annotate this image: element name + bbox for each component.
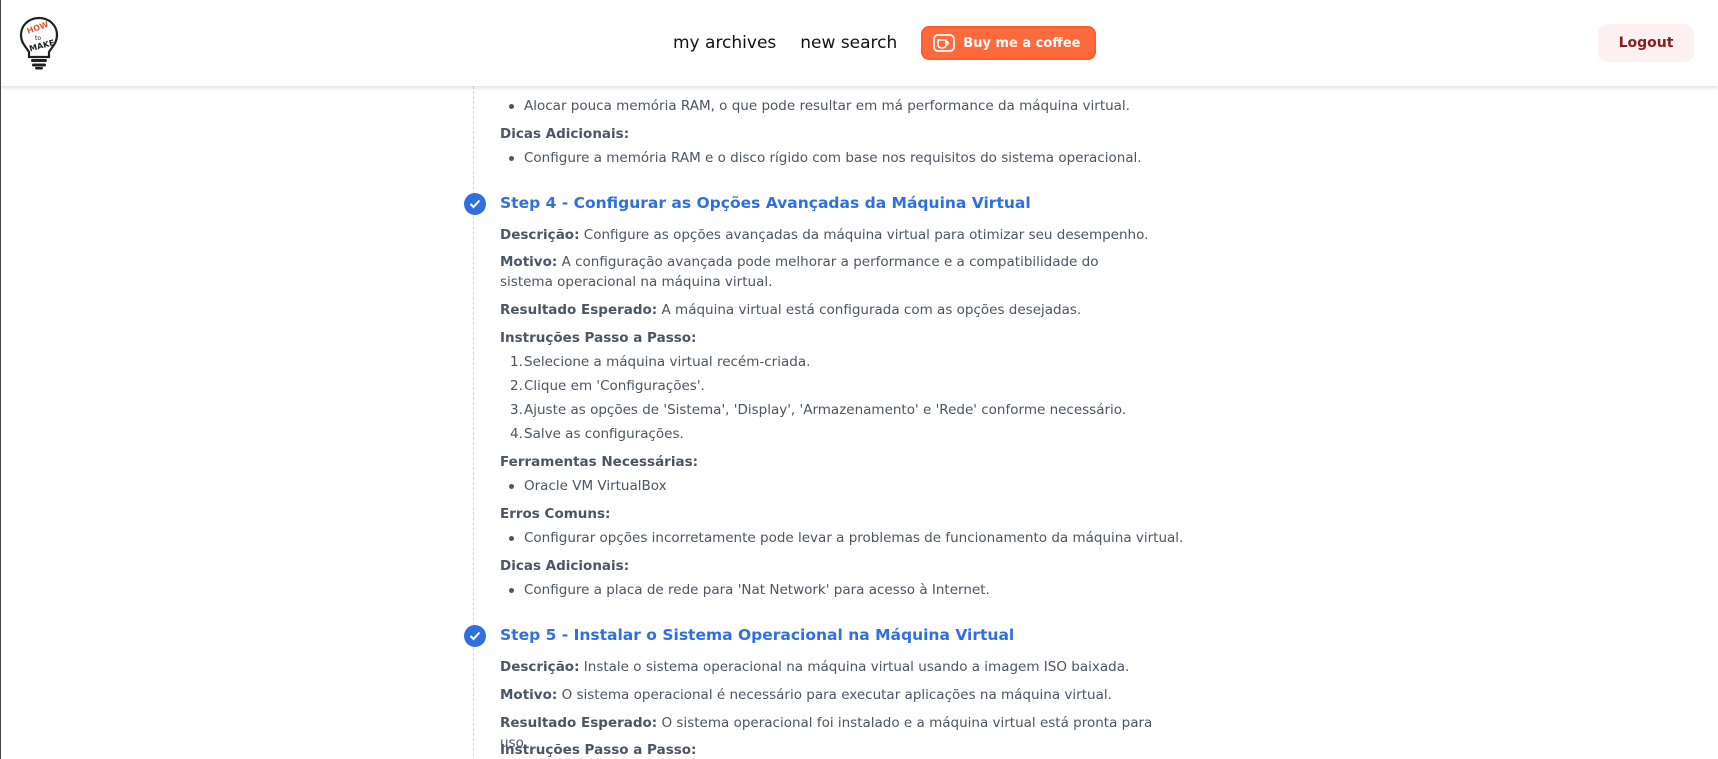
- nav-my-archives-link[interactable]: my archives: [673, 33, 776, 53]
- timeline-line: [473, 86, 474, 759]
- step4-tips-title: Dicas Adicionais:: [500, 558, 630, 574]
- step4-instruction-3-number: 3.: [510, 402, 523, 418]
- step3-tips-item: Configure a memória RAM e o disco rígido…: [509, 150, 1142, 166]
- how-to-make-logo-icon[interactable]: HOW to MAKE: [19, 16, 59, 70]
- step3-error-item: Alocar pouca memória RAM, o que pode res…: [509, 98, 1130, 114]
- step5-motive: Motivo: O sistema operacional é necessár…: [500, 685, 1160, 705]
- app-frame: HOW to MAKE my archives new search Buy m…: [0, 0, 1718, 759]
- step4-error-item: Configurar opções incorretamente pode le…: [508, 530, 1184, 546]
- step4-instruction-1: 1. Selecione a máquina virtual recém-cria…: [510, 352, 811, 372]
- step4-instruction-4-number: 4.: [510, 426, 523, 442]
- step4-instruction-2-number: 2.: [510, 378, 523, 394]
- step4-motive-label: Motivo:: [500, 254, 558, 270]
- step5-motive-label: Motivo:: [500, 687, 558, 703]
- step4-tip-item: Configure a placa de rede para 'Nat Netw…: [509, 582, 990, 598]
- step4-instruction-1-text: Selecione a máquina virtual recém-criada…: [524, 354, 811, 370]
- step5-description-label: Descrição:: [500, 659, 580, 675]
- step5-description-text: Instale o sistema operacional na máquina…: [583, 659, 1130, 675]
- logout-button[interactable]: Logout: [1598, 24, 1694, 62]
- step4-title: Step 4 - Configurar as Opções Avançadas …: [500, 194, 1031, 212]
- step4-instruction-1-number: 1.: [510, 354, 523, 370]
- step4-instruction-3: 3. Ajuste as opções de 'Sistema', 'Displa…: [510, 400, 1127, 420]
- coffee-cup-icon: [933, 34, 956, 52]
- step4-instruction-4: 4. Salve as configurações.: [510, 424, 684, 444]
- step4-motive-text: A configuração avançada pode melhorar a …: [500, 254, 1099, 290]
- step4-result-label: Resultado Esperado:: [500, 302, 658, 318]
- step3-tips-title: Dicas Adicionais:: [500, 126, 630, 142]
- step5-result-label: Resultado Esperado:: [500, 715, 658, 731]
- step4-tools-title: Ferramentas Necessárias:: [500, 454, 699, 470]
- step4-instruction-2-text: Clique em 'Configurações'.: [524, 378, 705, 394]
- step4-motive: Motivo: A configuração avançada pode mel…: [500, 252, 1140, 292]
- step4-result: Resultado Esperado: A máquina virtual es…: [500, 300, 1160, 320]
- step4-instruction-4-text: Salve as configurações.: [524, 426, 684, 442]
- main-nav: my archives new search Buy me a coffee: [673, 25, 1097, 61]
- step5-title: Step 5 - Instalar o Sistema Operacional …: [500, 626, 1015, 644]
- coffee-button-label: Buy me a coffee: [963, 35, 1081, 51]
- step5-motive-text: O sistema operacional é necessário para …: [561, 687, 1112, 703]
- step4-tool-item: Oracle VM VirtualBox: [509, 478, 667, 494]
- step5-check-icon: [464, 625, 486, 647]
- step4-description: Descrição: Configure as opções avançadas…: [500, 225, 1160, 245]
- buy-me-a-coffee-button[interactable]: Buy me a coffee: [921, 26, 1097, 60]
- step4-description-text: Configure as opções avançadas da máquina…: [583, 227, 1149, 243]
- step4-instruction-3-text: Ajuste as opções de 'Sistema', 'Display'…: [524, 402, 1127, 418]
- step5-instructions-title: Instruções Passo a Passo:: [500, 742, 697, 758]
- nav-new-search-link[interactable]: new search: [800, 33, 897, 53]
- step4-instruction-2: 2. Clique em 'Configurações'.: [510, 376, 705, 396]
- step5-description: Descrição: Instale o sistema operacional…: [500, 657, 1160, 677]
- step4-description-label: Descrição:: [500, 227, 580, 243]
- step4-result-text: A máquina virtual está configurada com a…: [661, 302, 1082, 318]
- step4-instructions-title: Instruções Passo a Passo:: [500, 330, 697, 346]
- step4-errors-title: Erros Comuns:: [500, 506, 611, 522]
- step4-check-icon: [464, 193, 486, 215]
- top-header: HOW to MAKE my archives new search Buy m…: [1, 0, 1718, 86]
